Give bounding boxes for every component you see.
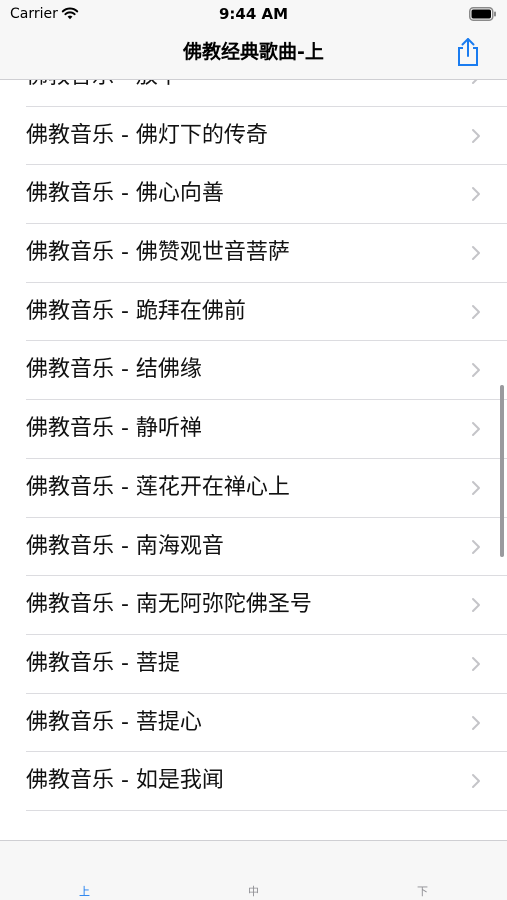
app-screen: Carrier 9:44 AM 佛教经典歌曲-上 佛教音乐 - 放下佛教音乐 -… <box>0 0 507 900</box>
chevron-right-icon <box>472 363 480 378</box>
status-time: 9:44 AM <box>218 5 289 23</box>
scroll-indicator[interactable] <box>500 385 504 557</box>
chevron-right-icon <box>472 246 480 261</box>
navigation-bar: 佛教经典歌曲-上 <box>0 28 507 80</box>
tab-zhong[interactable]: 中 <box>169 841 338 900</box>
chevron-right-icon <box>472 480 480 495</box>
list-item[interactable]: 佛教音乐 - 静听禅 <box>0 400 507 459</box>
chevron-right-icon <box>472 715 480 730</box>
tab-label: 下 <box>417 885 428 898</box>
list-item[interactable]: 佛教音乐 - 结佛缘 <box>0 341 507 401</box>
tab-shang[interactable]: 上 <box>0 841 169 900</box>
list-item[interactable]: 佛教音乐 - 佛灯下的传奇 <box>0 107 507 166</box>
list-item[interactable]: 佛教音乐 - 南海观音 <box>0 518 507 577</box>
share-icon <box>458 38 478 66</box>
chevron-right-icon <box>472 80 478 84</box>
page-title: 佛教经典歌曲-上 <box>183 41 324 63</box>
list-item[interactable]: 佛教音乐 - 菩提 <box>0 635 507 694</box>
list-item-label: 佛教音乐 - 菩提心 <box>26 709 202 735</box>
list-item-label: 佛教音乐 - 佛赞观世音菩萨 <box>26 240 290 266</box>
chevron-right-icon <box>472 187 480 202</box>
list-item[interactable]: 佛教音乐 - 莲花开在禅心上 <box>0 459 507 518</box>
list-item-label: 佛教音乐 - 莲花开在禅心上 <box>26 474 290 500</box>
list-item-label: 佛教音乐 - 结佛缘 <box>26 357 202 383</box>
status-bar: Carrier 9:44 AM <box>0 0 507 28</box>
list-item-label: 佛教音乐 - 南海观音 <box>26 533 224 559</box>
chevron-right-icon <box>472 304 480 319</box>
list-item-label: 佛教音乐 - 静听禅 <box>26 416 202 442</box>
chevron-right-icon <box>472 774 480 789</box>
tab-xia[interactable]: 下 <box>338 841 507 900</box>
list-item-label: 佛教音乐 - 放下 <box>26 80 180 106</box>
list-item[interactable]: 佛教音乐 - 南无阿弥陀佛圣号 <box>0 576 507 635</box>
chevron-right-icon <box>472 539 480 554</box>
tab-bar: 上 中 下 <box>0 840 507 900</box>
list-item[interactable]: 佛教音乐 - 菩提心 <box>0 694 507 753</box>
battery-icon <box>469 7 496 21</box>
list-item[interactable]: 佛教音乐 - 佛赞观世音菩萨 <box>0 224 507 283</box>
chevron-right-icon <box>472 656 480 671</box>
list-item-label: 佛教音乐 - 如是我闻 <box>26 768 224 794</box>
tab-label: 中 <box>248 885 259 898</box>
list-item-label: 佛教音乐 - 菩提 <box>26 650 180 676</box>
chevron-right-icon <box>472 128 480 143</box>
list-item[interactable]: 佛教音乐 - 放下 <box>0 80 507 107</box>
share-button[interactable] <box>453 36 483 68</box>
list-item[interactable]: 佛教音乐 - 如是我闻 <box>0 752 507 811</box>
tab-label: 上 <box>79 885 90 898</box>
chevron-right-icon <box>472 422 480 437</box>
list-item[interactable]: 佛教音乐 - 跪拜在佛前 <box>0 283 507 342</box>
song-list[interactable]: 佛教音乐 - 放下佛教音乐 - 佛灯下的传奇佛教音乐 - 佛心向善佛教音乐 - … <box>0 80 507 840</box>
list-item[interactable]: 佛教音乐 - 佛心向善 <box>0 165 507 225</box>
list-item-label: 佛教音乐 - 跪拜在佛前 <box>26 298 246 324</box>
list-item-label: 佛教音乐 - 佛心向善 <box>26 181 224 207</box>
list-item-label: 佛教音乐 - 南无阿弥陀佛圣号 <box>26 592 312 618</box>
list-item-label: 佛教音乐 - 佛灯下的传奇 <box>26 122 268 148</box>
chevron-right-icon <box>472 598 480 613</box>
list-item[interactable] <box>0 811 507 840</box>
